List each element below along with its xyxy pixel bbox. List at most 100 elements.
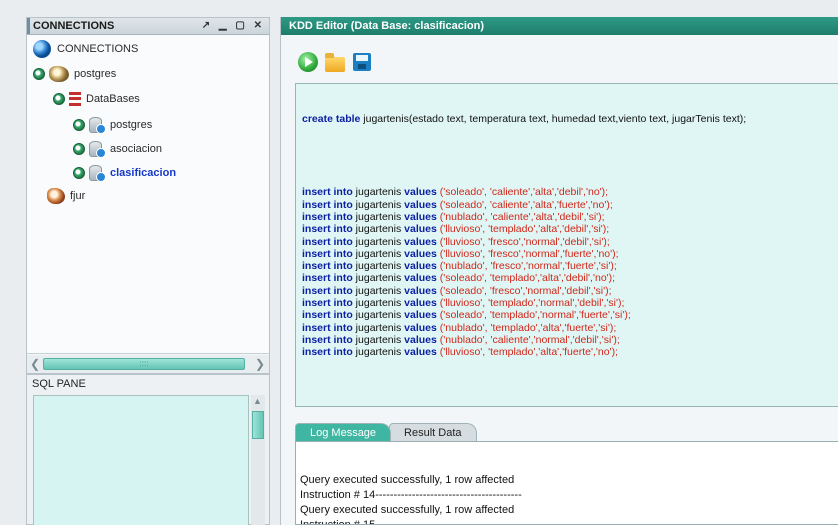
scroll-right-icon[interactable]: ❯ — [253, 357, 267, 371]
database-icon — [89, 117, 106, 134]
scroll-up-icon[interactable]: ▲ — [253, 396, 262, 406]
sql-keyword: insert into — [302, 247, 353, 260]
expand-toggle-icon[interactable] — [73, 167, 85, 179]
log-line: Query executed successfully, 1 row affec… — [300, 504, 515, 516]
sql-table-name: jugartenis — [352, 297, 405, 310]
code-line-create: create table jugartenis(estado text, tem… — [302, 113, 832, 125]
sql-values: ('lluvioso', 'templado','normal','debil'… — [439, 297, 625, 310]
sql-input-area[interactable] — [33, 395, 249, 525]
sql-pane-title: SQL PANE — [32, 378, 86, 390]
tree-node-label: clasificacion — [110, 167, 177, 179]
sql-table-name: jugartenis — [352, 235, 405, 248]
tree-node-label: postgres — [110, 119, 153, 131]
folder-open-icon — [325, 52, 345, 72]
tree-node-label: postgres — [74, 68, 117, 80]
tree-node-db-clasificacion[interactable]: clasificacion — [73, 163, 176, 183]
sql-values: ('soleado', 'caliente','alta','debil','n… — [439, 186, 609, 199]
code-line-insert: insert into jugartenis values ('soleado'… — [302, 199, 832, 211]
horizontal-scrollbar[interactable]: ❮ :::: ❯ — [27, 355, 269, 373]
code-line-insert: insert into jugartenis values ('soleado'… — [302, 186, 832, 198]
sql-keyword: insert into — [302, 272, 353, 285]
sql-values: ('nublado', 'caliente','alta','debil','s… — [439, 210, 605, 223]
postgres-elephant-icon — [49, 66, 69, 82]
sql-keyword: values — [404, 297, 437, 310]
insert-statements: insert into jugartenis values ('soleado'… — [302, 186, 832, 358]
scroll-thumb[interactable] — [252, 411, 264, 439]
tree-node-databases[interactable]: DataBases — [53, 89, 140, 109]
connection-icon — [47, 188, 65, 204]
log-line: Query executed successfully, 1 row affec… — [300, 474, 515, 486]
code-line-insert: insert into jugartenis values ('soleado'… — [302, 285, 832, 297]
sql-keyword: values — [404, 210, 437, 223]
sql-values: ('nublado', 'caliente','normal','debil',… — [439, 333, 620, 346]
output-tabs: Log Message Result Data — [295, 423, 477, 441]
sql-keyword: insert into — [302, 321, 353, 334]
sql-table-name: jugartenis — [352, 284, 405, 297]
sql-table-name: jugartenis — [352, 321, 405, 334]
expand-toggle-icon[interactable] — [53, 93, 65, 105]
database-icon — [89, 141, 106, 158]
scroll-left-icon[interactable]: ❮ — [28, 357, 42, 371]
sql-values: ('soleado', 'caliente','alta','fuerte','… — [439, 198, 613, 211]
connections-tree: CONNECTIONS postgres DataBases postgres — [27, 36, 269, 354]
expand-toggle-icon[interactable] — [73, 143, 85, 155]
sql-keyword: values — [404, 198, 437, 211]
connections-panel-title: CONNECTIONS — [33, 20, 115, 32]
code-line-insert: insert into jugartenis values ('lluvioso… — [302, 223, 832, 235]
sql-table-name: jugartenis — [352, 210, 405, 223]
run-icon — [298, 52, 318, 72]
window-controls[interactable]: ↗ ▁ ▢ ✕ — [202, 18, 265, 34]
expand-toggle-icon[interactable] — [73, 119, 85, 131]
sql-code-editor[interactable]: create table jugartenis(estado text, tem… — [295, 83, 838, 407]
code-line-insert: insert into jugartenis values ('nublado'… — [302, 322, 832, 334]
sql-table-name: jugartenis — [352, 186, 405, 199]
sql-keyword: insert into — [302, 346, 353, 359]
sql-keyword: insert into — [302, 309, 353, 322]
sql-keyword: values — [404, 346, 437, 359]
sql-table-name: jugartenis — [352, 333, 405, 346]
tree-node-label: asociacion — [110, 143, 162, 155]
tree-node-db-asociacion[interactable]: asociacion — [73, 139, 162, 159]
log-lines: Query executed successfully, 1 row affec… — [300, 473, 834, 525]
open-button[interactable] — [324, 51, 346, 73]
editor-title: KDD Editor (Data Base: clasificacion) — [281, 17, 838, 35]
panel-accent — [27, 18, 30, 34]
tree-node-label: DataBases — [86, 93, 140, 105]
code-line-insert: insert into jugartenis values ('nublado'… — [302, 211, 832, 223]
sql-keyword: insert into — [302, 297, 353, 310]
tab-log-message[interactable]: Log Message — [295, 423, 392, 441]
sql-values: ('lluvioso', 'templado','alta','debil','… — [439, 223, 610, 236]
connections-panel: CONNECTIONS ↗ ▁ ▢ ✕ CONNECTIONS postgres… — [26, 17, 270, 374]
sql-keyword: values — [404, 235, 437, 248]
vertical-scrollbar[interactable]: ▲ — [251, 395, 265, 525]
editor-toolbar — [297, 51, 373, 73]
sql-table-name: jugartenis — [352, 247, 405, 260]
scroll-thumb[interactable]: :::: — [43, 358, 245, 370]
run-button[interactable] — [297, 51, 319, 73]
sql-values: ('soleado', 'templado','normal','fuerte'… — [439, 309, 631, 322]
databases-icon — [69, 92, 81, 106]
tree-node-postgres[interactable]: postgres — [33, 64, 116, 84]
sql-table-name: jugartenis — [352, 272, 405, 285]
sql-keyword: values — [404, 186, 437, 199]
tree-node-db-postgres[interactable]: postgres — [73, 115, 152, 135]
sql-keyword: insert into — [302, 260, 353, 273]
tree-root-connections[interactable]: CONNECTIONS — [33, 39, 138, 59]
tree-node-fjur[interactable]: fjur — [47, 186, 85, 206]
sql-keyword: insert into — [302, 210, 353, 223]
tree-node-label: fjur — [70, 190, 86, 202]
save-button[interactable] — [351, 51, 373, 73]
sql-table-name: jugartenis — [352, 346, 405, 359]
code-line-insert: insert into jugartenis values ('soleado'… — [302, 309, 832, 321]
kdd-editor-window: KDD Editor (Data Base: clasificacion) cr… — [280, 17, 838, 525]
tab-result-data[interactable]: Result Data — [389, 423, 477, 441]
sql-pane: SQL PANE ▲ — [26, 374, 270, 525]
code-line-insert: insert into jugartenis values ('soleado'… — [302, 272, 832, 284]
sql-values: ('soleado', 'fresco','normal','debil','s… — [439, 284, 612, 297]
scroll-grip: :::: — [139, 359, 149, 368]
sql-keyword: insert into — [302, 198, 353, 211]
log-line: Instruction # 15------------------------… — [300, 519, 522, 525]
sql-values: ('nublado', 'fresco','normal','fuerte','… — [439, 260, 617, 273]
expand-toggle-icon[interactable] — [33, 68, 45, 80]
